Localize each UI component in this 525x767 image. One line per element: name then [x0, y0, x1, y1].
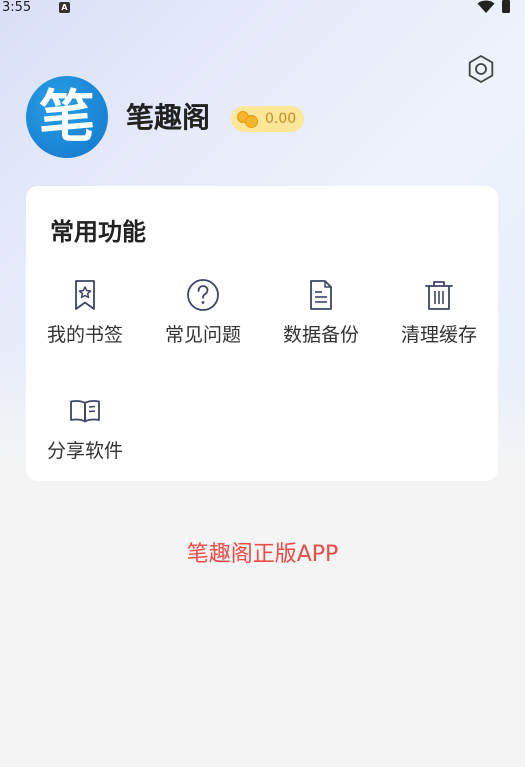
card-title: 常用功能	[50, 218, 146, 246]
coin-badge[interactable]: 0.00	[231, 106, 305, 132]
footer-official-app-text: 笔趣阁正版APP	[186, 542, 339, 567]
username: 笔趣阁	[126, 101, 211, 134]
func-faq[interactable]: 常见问题	[144, 278, 262, 368]
func-label: 数据备份	[282, 324, 359, 346]
bookmark-star-icon	[75, 280, 95, 310]
func-backup[interactable]: 数据备份	[262, 278, 380, 368]
settings-icon[interactable]	[466, 54, 496, 84]
func-clear-cache[interactable]: 清理缓存	[380, 278, 498, 368]
functions-card: 常用功能 我的书签 常见问题 数据备份 清理缓存 分享软件	[26, 186, 498, 481]
coin-balance: 0.00	[265, 111, 297, 127]
question-circle-icon	[187, 279, 219, 311]
wifi-icon	[477, 0, 495, 13]
func-label: 清理缓存	[400, 324, 477, 346]
notification-icon: A	[59, 2, 70, 13]
status-bar: 3:55 A	[0, 0, 525, 16]
avatar[interactable]: 笔	[26, 76, 108, 158]
func-share[interactable]: 分享软件	[26, 394, 144, 484]
coins-icon	[237, 110, 261, 128]
trash-icon	[425, 281, 453, 310]
status-time: 3:55	[2, 0, 32, 15]
battery-icon	[502, 0, 510, 13]
func-bookmarks[interactable]: 我的书签	[26, 278, 144, 368]
func-label: 分享软件	[46, 440, 123, 462]
open-book-icon	[70, 400, 100, 423]
func-label: 常见问题	[164, 324, 241, 346]
func-label: 我的书签	[46, 324, 123, 346]
document-icon	[310, 280, 332, 310]
